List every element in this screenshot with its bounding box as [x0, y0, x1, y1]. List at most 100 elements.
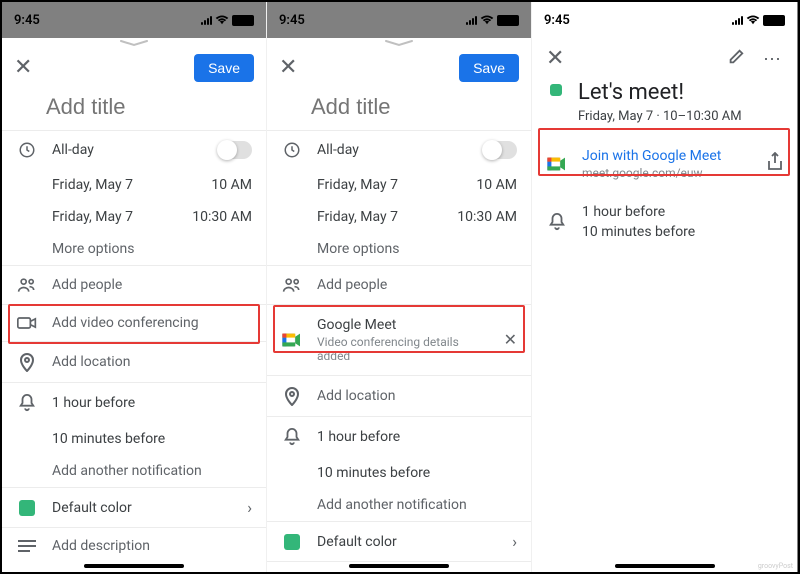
start-time: 10 AM: [476, 177, 517, 193]
add-location-row[interactable]: Add location: [267, 376, 531, 416]
bell-icon: [546, 212, 568, 232]
notif-1: 1 hour before: [582, 204, 783, 220]
add-notif-row[interactable]: Add another notification: [2, 455, 266, 487]
add-location-label: Add location: [317, 388, 517, 404]
end-time: 10:30 AM: [457, 209, 517, 225]
video-icon: [16, 316, 38, 330]
description-icon: [16, 539, 38, 553]
allday-label: All-day: [317, 142, 469, 158]
sheet-handle[interactable]: [2, 38, 266, 48]
add-video-row[interactable]: Add video conferencing: [2, 305, 266, 341]
event-title: Let's meet!: [562, 76, 797, 107]
share-icon[interactable]: [767, 152, 783, 176]
notif-2: 10 minutes before: [582, 220, 783, 240]
close-icon[interactable]: ✕: [546, 48, 564, 70]
people-icon: [16, 276, 38, 294]
add-notif-label: Add another notification: [317, 497, 517, 513]
clock-icon: [281, 141, 303, 159]
status-right: [201, 15, 254, 26]
status-right: [466, 15, 519, 26]
sheet-handle[interactable]: [267, 38, 531, 48]
start-time: 10 AM: [211, 177, 252, 193]
detail-notif-row[interactable]: 1 hour before 10 minutes before: [532, 192, 797, 250]
join-text: Join with Google Meet meet.google.com/eu…: [582, 148, 753, 180]
notif-1-row[interactable]: 1 hour before: [267, 417, 531, 457]
color-swatch-icon: [16, 500, 38, 516]
status-time: 9:45: [14, 13, 40, 28]
color-label: Default color: [52, 500, 233, 516]
start-time-row[interactable]: Friday, May 7 10 AM: [267, 169, 531, 201]
color-swatch-icon: [281, 534, 303, 550]
meet-text: Google Meet Video conferencing details a…: [317, 317, 490, 363]
home-indicator[interactable]: [615, 564, 715, 568]
description-row[interactable]: Add description: [2, 528, 266, 564]
wifi-icon: [746, 15, 760, 25]
end-date: Friday, May 7: [317, 209, 443, 225]
close-icon[interactable]: ✕: [279, 57, 297, 79]
wifi-icon: [215, 15, 229, 25]
allday-row[interactable]: All-day: [267, 131, 531, 169]
add-people-row[interactable]: Add people: [267, 266, 531, 304]
add-video-label: Add video conferencing: [52, 315, 252, 331]
add-people-label: Add people: [52, 277, 252, 293]
start-date: Friday, May 7: [317, 177, 462, 193]
join-meet-row[interactable]: Join with Google Meet meet.google.com/eu…: [532, 136, 797, 192]
end-time: 10:30 AM: [192, 209, 252, 225]
color-row[interactable]: Default color ›: [267, 522, 531, 561]
save-button[interactable]: Save: [194, 54, 254, 82]
home-indicator[interactable]: [84, 564, 184, 568]
allday-row[interactable]: All-day: [2, 131, 266, 169]
more-options-row[interactable]: More options: [2, 233, 266, 265]
edit-icon[interactable]: [727, 48, 745, 70]
event-subtitle: Friday, May 7 · 10–10:30 AM: [562, 107, 797, 136]
color-label: Default color: [317, 534, 498, 550]
more-options-label: More options: [52, 241, 252, 257]
notif-2-row[interactable]: 10 minutes before: [2, 423, 266, 455]
screen-1: 9:45 ✕ Save All-day Friday, May 7 10 AM: [2, 2, 267, 572]
end-time-row[interactable]: Friday, May 7 10:30 AM: [267, 201, 531, 233]
signal-icon: [732, 15, 743, 25]
google-meet-row[interactable]: Google Meet Video conferencing details a…: [267, 305, 531, 375]
add-notif-row[interactable]: Add another notification: [267, 489, 531, 521]
save-button[interactable]: Save: [459, 54, 519, 82]
meet-subtitle: Video conferencing details added: [317, 333, 490, 363]
allday-toggle[interactable]: [218, 141, 252, 159]
signal-icon: [466, 15, 477, 25]
end-time-row[interactable]: Friday, May 7 10:30 AM: [2, 201, 266, 233]
status-bar: 9:45: [532, 2, 797, 38]
topbar: ✕ Save: [267, 48, 531, 90]
battery-icon: [232, 15, 254, 26]
bell-icon: [281, 427, 303, 447]
allday-toggle[interactable]: [483, 141, 517, 159]
title-input[interactable]: [46, 94, 250, 120]
signal-icon: [201, 15, 212, 25]
start-date: Friday, May 7: [52, 177, 197, 193]
battery-icon: [763, 15, 785, 26]
description-label: Add description: [52, 538, 252, 554]
more-options-row[interactable]: More options: [267, 233, 531, 265]
add-notif-label: Add another notification: [52, 463, 252, 479]
watermark: groovyPost: [758, 562, 793, 570]
bell-icon: [16, 393, 38, 413]
more-icon[interactable]: ⋯: [763, 49, 783, 70]
event-color-icon: [550, 84, 562, 96]
notif-1-row[interactable]: 1 hour before: [2, 383, 266, 423]
google-meet-icon: [281, 332, 303, 348]
start-time-row[interactable]: Friday, May 7 10 AM: [2, 169, 266, 201]
meet-title: Google Meet: [317, 317, 490, 333]
color-row[interactable]: Default color ›: [2, 488, 266, 527]
notif-2-row[interactable]: 10 minutes before: [267, 457, 531, 489]
notif-1-label: 1 hour before: [317, 429, 517, 445]
remove-meet-icon[interactable]: ✕: [504, 332, 517, 348]
close-icon[interactable]: ✕: [14, 57, 32, 79]
title-input[interactable]: [311, 94, 515, 120]
home-indicator[interactable]: [349, 564, 449, 568]
allday-label: All-day: [52, 142, 204, 158]
meet-url: meet.google.com/euw: [582, 164, 753, 180]
detail-notif-text: 1 hour before 10 minutes before: [582, 204, 783, 240]
status-time: 9:45: [279, 13, 305, 28]
end-date: Friday, May 7: [52, 209, 178, 225]
add-people-label: Add people: [317, 277, 517, 293]
add-location-row[interactable]: Add location: [2, 342, 266, 382]
add-people-row[interactable]: Add people: [2, 266, 266, 304]
